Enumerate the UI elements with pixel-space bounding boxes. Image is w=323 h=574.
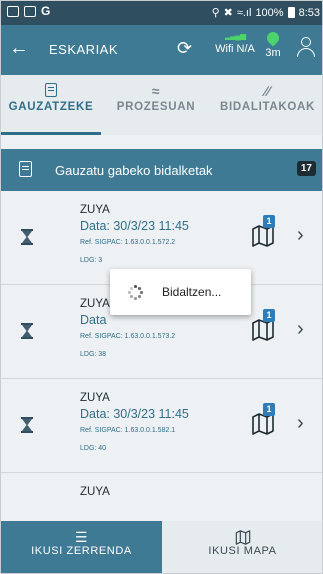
app-screen: G ⚲ ✖ ≈.ıl 100% 8:53 ← ESKARIAK ⟳ ▂▃▄▅ W…	[0, 0, 323, 574]
chevron-right-icon[interactable]: ›	[297, 318, 304, 341]
signature-icon: ∕∕	[264, 83, 271, 99]
map-view-label: IKUSI MAPA	[208, 545, 277, 557]
list-view-label: IKUSI ZERRENDA	[31, 545, 132, 557]
list-icon: ☰	[74, 529, 89, 545]
status-bar: G ⚲ ✖ ≈.ıl 100% 8:53	[1, 1, 322, 25]
tab-gauzatzeke[interactable]: GAUZATZEKE	[1, 75, 101, 135]
gps-status: 3m	[259, 29, 287, 59]
item-ref: Ref. SIGPAC: 1.63.0.0.1.572.2	[80, 239, 176, 246]
item-ref: Ref. SIGPAC: 1.63.0.0.1.582.1	[80, 427, 176, 434]
signal-bars-icon: ▂▃▄▅	[224, 31, 246, 40]
section-title: Gauzatu gabeko bidalketak	[55, 163, 213, 178]
sending-dialog: Bidaltzen...	[110, 269, 251, 315]
item-date: Data: 30/3/23 11:45	[80, 407, 189, 421]
bottom-nav: ☰ IKUSI ZERRENDA IKUSI MAPA	[1, 521, 322, 573]
document-icon	[45, 83, 57, 97]
app-bar: ← ESKARIAK ⟳ ▂▃▄▅ Wifi N/A 3m	[1, 25, 322, 75]
dialog-text: Bidaltzen...	[162, 285, 222, 299]
hourglass-icon	[21, 229, 33, 245]
page-title: ESKARIAK	[49, 42, 119, 57]
signal-icon: ≈.ıl	[236, 6, 252, 19]
wifi-status: ▂▃▄▅ Wifi N/A	[215, 31, 255, 55]
chevron-right-icon[interactable]: ›	[297, 224, 304, 247]
map-count-badge: 1	[263, 215, 275, 228]
user-icon[interactable]	[294, 35, 318, 65]
item-date: Data: 30/3/23 11:45	[80, 219, 189, 233]
battery-icon	[287, 7, 295, 18]
arrow-left-icon[interactable]: ←	[9, 38, 29, 58]
status-left-icons: G	[7, 5, 50, 17]
tab-label: GAUZATZEKE	[8, 101, 94, 113]
wifi-label: Wifi N/A	[215, 43, 255, 55]
map-count-badge: 1	[263, 309, 275, 322]
chevron-right-icon[interactable]: ›	[297, 412, 304, 435]
item-name: ZUYA	[80, 486, 110, 498]
hourglass-icon	[21, 417, 33, 433]
item-date: Data	[80, 313, 107, 327]
image-icon	[7, 5, 19, 17]
message-icon	[24, 5, 36, 17]
hourglass-icon	[21, 323, 33, 339]
document-icon	[19, 161, 32, 177]
tab-bidalitakoak[interactable]: ∕∕ BIDALITAKOAK	[211, 75, 322, 135]
item-ldg: LDG: 38	[80, 351, 107, 358]
wifi-icon: ≈	[151, 83, 161, 99]
item-name: ZUYA	[80, 392, 110, 404]
status-right-icons: ⚲ ✖ ≈.ıl 100% 8:53	[211, 6, 320, 20]
item-ldg: LDG: 40	[80, 445, 107, 452]
section-header: Gauzatu gabeko bidalketak 17	[1, 149, 322, 191]
mute-icon: ✖	[223, 7, 233, 19]
tab-label: BIDALITAKOAK	[219, 101, 316, 113]
item-name: ZUYA	[80, 204, 110, 216]
location-status-icon: ⚲	[211, 7, 220, 19]
map-icon	[162, 521, 322, 545]
list-view-button[interactable]: ☰ IKUSI ZERRENDA	[1, 521, 162, 573]
google-icon: G	[41, 4, 51, 18]
spinner-icon	[128, 285, 143, 300]
battery-percent: 100%	[255, 6, 284, 19]
tab-label: PROZESUAN	[116, 101, 196, 113]
gps-accuracy: 3m	[265, 47, 281, 59]
map-count-badge: 1	[263, 403, 275, 416]
map-icon[interactable]	[251, 225, 275, 247]
map-icon[interactable]	[251, 319, 275, 341]
request-list: ZUYA Data: 30/3/23 11:45 Ref. SIGPAC: 1.…	[1, 191, 322, 567]
item-ldg: LDG: 3	[80, 257, 103, 264]
clock: 8:53	[298, 6, 320, 19]
tab-prozesuan[interactable]: ≈ PROZESUAN	[101, 75, 211, 135]
sync-icon[interactable]: ⟳	[177, 38, 192, 59]
count-badge: 17	[296, 161, 316, 176]
item-name: ZUYA	[80, 298, 110, 310]
map-view-button[interactable]: IKUSI MAPA	[162, 521, 322, 573]
item-ref: Ref. SIGPAC: 1.63.0.0.1.573.2	[80, 333, 176, 340]
location-pin-icon	[264, 29, 282, 47]
tab-bar: GAUZATZEKE ≈ PROZESUAN ∕∕ BIDALITAKOAK	[1, 75, 322, 135]
map-icon[interactable]	[251, 413, 275, 435]
list-item[interactable]: ZUYA Data: 30/3/23 11:45 Ref. SIGPAC: 1.…	[1, 379, 322, 473]
